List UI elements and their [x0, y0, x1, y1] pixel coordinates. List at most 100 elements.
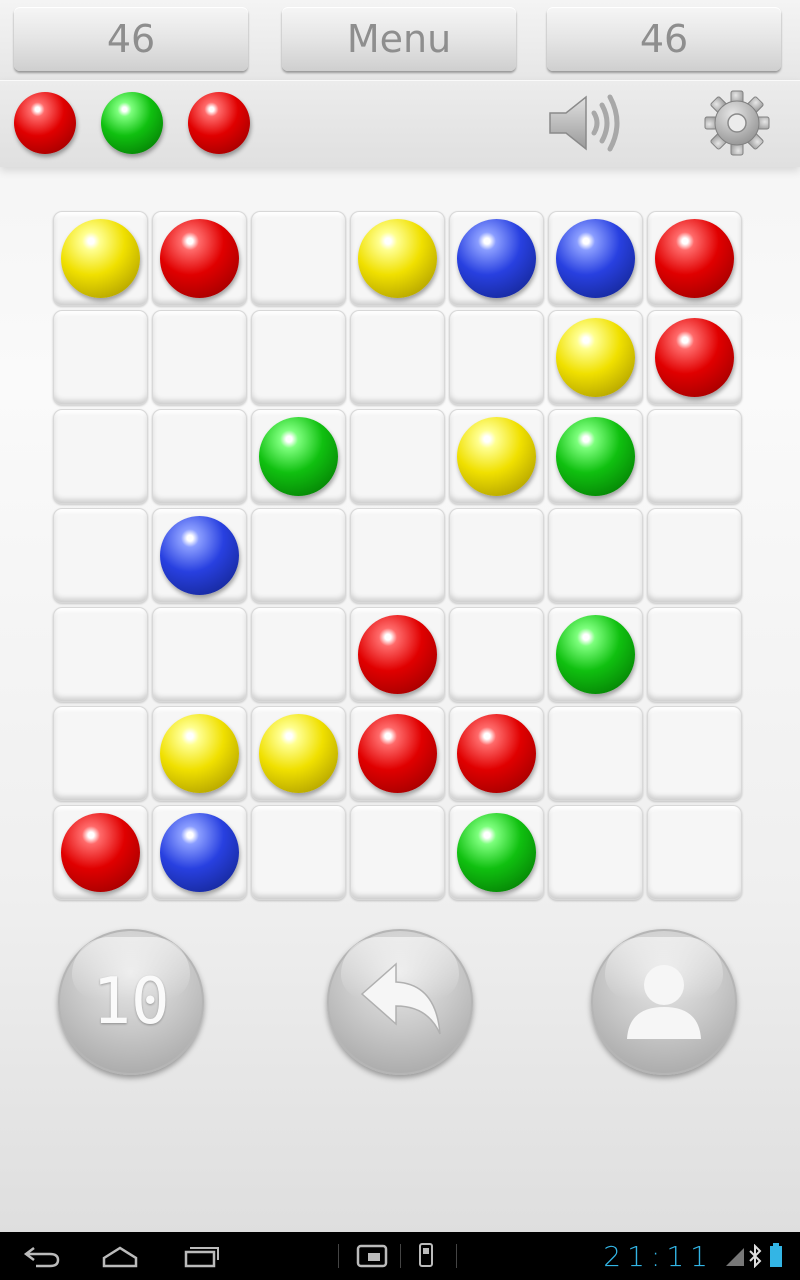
board-cell[interactable]	[548, 211, 643, 306]
board-cell[interactable]	[449, 706, 544, 801]
yellow-ball[interactable]	[160, 714, 239, 793]
board-cell[interactable]	[152, 409, 247, 504]
board-cell[interactable]	[251, 508, 346, 603]
speaker-icon[interactable]	[546, 89, 624, 157]
person-icon	[627, 965, 701, 1039]
blue-ball[interactable]	[160, 813, 239, 892]
board-cell[interactable]	[647, 607, 742, 702]
board-cell[interactable]	[53, 211, 148, 306]
yellow-ball[interactable]	[556, 318, 635, 397]
blue-ball[interactable]	[160, 516, 239, 595]
board-cell[interactable]	[251, 805, 346, 900]
undo-button[interactable]	[327, 929, 473, 1075]
yellow-ball[interactable]	[61, 219, 140, 298]
recent-apps-icon[interactable]	[182, 1242, 222, 1268]
red-ball[interactable]	[358, 615, 437, 694]
red-ball[interactable]	[61, 813, 140, 892]
usb-debug-icon	[419, 1243, 433, 1267]
board-cell[interactable]	[53, 310, 148, 405]
undo-arrow-icon	[360, 962, 441, 1035]
game-board	[53, 211, 746, 904]
board-cell[interactable]	[647, 805, 742, 900]
board-cell[interactable]	[449, 805, 544, 900]
board-cell[interactable]	[647, 706, 742, 801]
nav-divider	[338, 1244, 339, 1268]
board-cell[interactable]	[350, 508, 445, 603]
board-cell[interactable]	[350, 706, 445, 801]
board-cell[interactable]	[350, 310, 445, 405]
board-cell[interactable]	[53, 508, 148, 603]
gear-icon[interactable]	[703, 89, 771, 157]
board-cell[interactable]	[251, 211, 346, 306]
red-ball[interactable]	[457, 714, 536, 793]
red-ball[interactable]	[655, 219, 734, 298]
blue-ball[interactable]	[556, 219, 635, 298]
board-cell[interactable]	[647, 508, 742, 603]
board-cell[interactable]	[251, 310, 346, 405]
score-right-button[interactable]: 46	[547, 7, 781, 71]
board-cell[interactable]	[548, 706, 643, 801]
board-cell[interactable]	[53, 409, 148, 504]
red-ball[interactable]	[655, 318, 734, 397]
system-nav-bar: 21:11	[0, 1232, 800, 1280]
board-cell[interactable]	[152, 706, 247, 801]
board-cell[interactable]	[449, 409, 544, 504]
board-cell[interactable]	[548, 310, 643, 405]
next-ball-green	[101, 92, 163, 154]
green-ball[interactable]	[556, 615, 635, 694]
yellow-ball[interactable]	[457, 417, 536, 496]
nav-divider	[400, 1244, 401, 1268]
red-ball[interactable]	[160, 219, 239, 298]
board-cell[interactable]	[251, 706, 346, 801]
board-cell[interactable]	[152, 805, 247, 900]
board-cell[interactable]	[152, 607, 247, 702]
board-cell[interactable]	[350, 805, 445, 900]
board-cell[interactable]	[449, 310, 544, 405]
score-left-button[interactable]: 46	[14, 7, 248, 71]
board-cell[interactable]	[449, 607, 544, 702]
board-cell[interactable]	[251, 607, 346, 702]
board-cell[interactable]	[548, 409, 643, 504]
next-ball-red	[188, 92, 250, 154]
board-cell[interactable]	[152, 211, 247, 306]
board-cell[interactable]	[53, 805, 148, 900]
yellow-ball[interactable]	[259, 714, 338, 793]
board-cell[interactable]	[647, 310, 742, 405]
signal-icon	[726, 1248, 744, 1266]
back-icon[interactable]	[22, 1244, 62, 1268]
board-cell[interactable]	[548, 805, 643, 900]
red-ball[interactable]	[358, 714, 437, 793]
blue-ball[interactable]	[457, 219, 536, 298]
clock: 21:11	[603, 1240, 714, 1273]
yellow-ball[interactable]	[358, 219, 437, 298]
profile-button[interactable]	[591, 929, 737, 1075]
green-ball[interactable]	[259, 417, 338, 496]
board-cell[interactable]	[350, 607, 445, 702]
board-cell[interactable]	[449, 211, 544, 306]
menu-button[interactable]: Menu	[282, 7, 516, 71]
board-cell[interactable]	[350, 409, 445, 504]
board-cell[interactable]	[152, 508, 247, 603]
board-cell[interactable]	[647, 409, 742, 504]
board-cell[interactable]	[449, 508, 544, 603]
board-cell[interactable]	[647, 211, 742, 306]
next-balls-bar	[0, 80, 800, 167]
green-ball[interactable]	[556, 417, 635, 496]
board-cell[interactable]	[350, 211, 445, 306]
board-cell[interactable]	[53, 607, 148, 702]
top-bar: 46 Menu 46	[0, 0, 800, 80]
board-cell[interactable]	[548, 508, 643, 603]
board-cell[interactable]	[152, 310, 247, 405]
level-number: 10	[92, 965, 170, 1039]
screenshot-icon[interactable]	[356, 1244, 388, 1268]
home-icon[interactable]	[100, 1244, 140, 1268]
bluetooth-icon	[749, 1244, 762, 1268]
battery-icon	[770, 1243, 782, 1267]
board-cell[interactable]	[53, 706, 148, 801]
green-ball[interactable]	[457, 813, 536, 892]
next-ball-red	[14, 92, 76, 154]
board-cell[interactable]	[548, 607, 643, 702]
board-cell[interactable]	[251, 409, 346, 504]
nav-divider	[456, 1244, 457, 1268]
level-button[interactable]: 10	[58, 929, 204, 1075]
